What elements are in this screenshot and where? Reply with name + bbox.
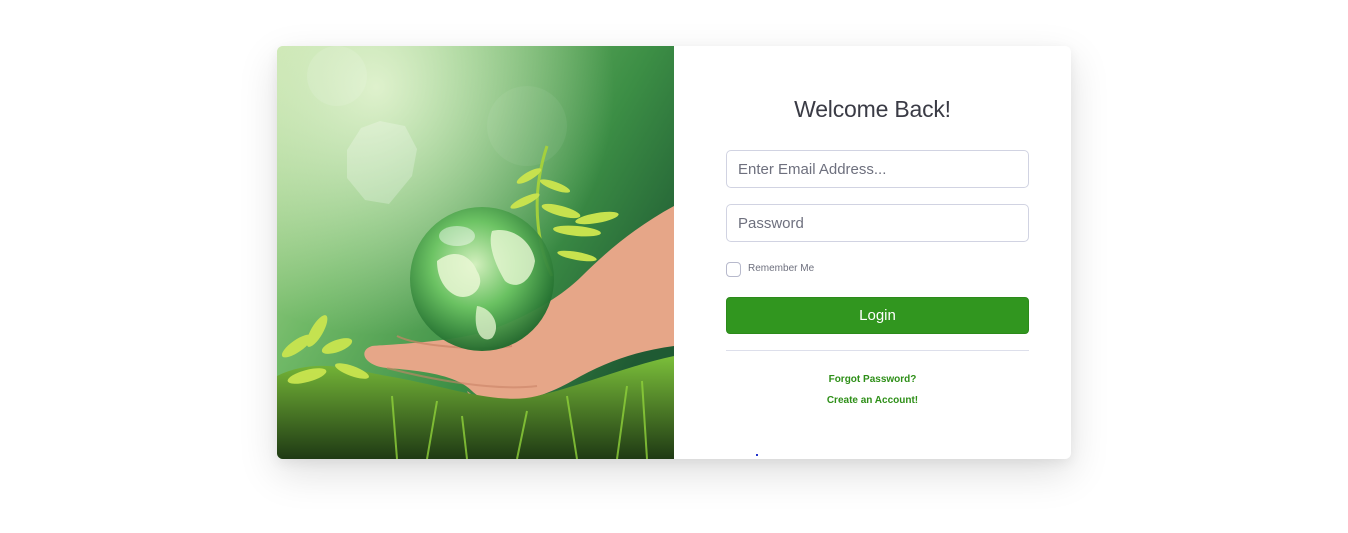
stray-dot (756, 454, 758, 456)
password-field[interactable] (726, 204, 1029, 242)
login-card: Welcome Back! Remember Me Login Forgot P… (277, 46, 1071, 459)
login-form-panel: Welcome Back! Remember Me Login Forgot P… (674, 46, 1071, 459)
login-button[interactable]: Login (726, 297, 1029, 334)
email-field[interactable] (726, 150, 1029, 188)
hero-image (277, 46, 674, 459)
divider (726, 350, 1029, 351)
remember-me-label[interactable]: Remember Me (748, 263, 814, 274)
page-title: Welcome Back! (794, 96, 951, 122)
remember-me-checkbox[interactable] (726, 262, 741, 277)
remember-me-row[interactable]: Remember Me (726, 260, 814, 277)
forgot-password-link[interactable]: Forgot Password? (674, 374, 1071, 385)
create-account-link[interactable]: Create an Account! (674, 395, 1071, 406)
